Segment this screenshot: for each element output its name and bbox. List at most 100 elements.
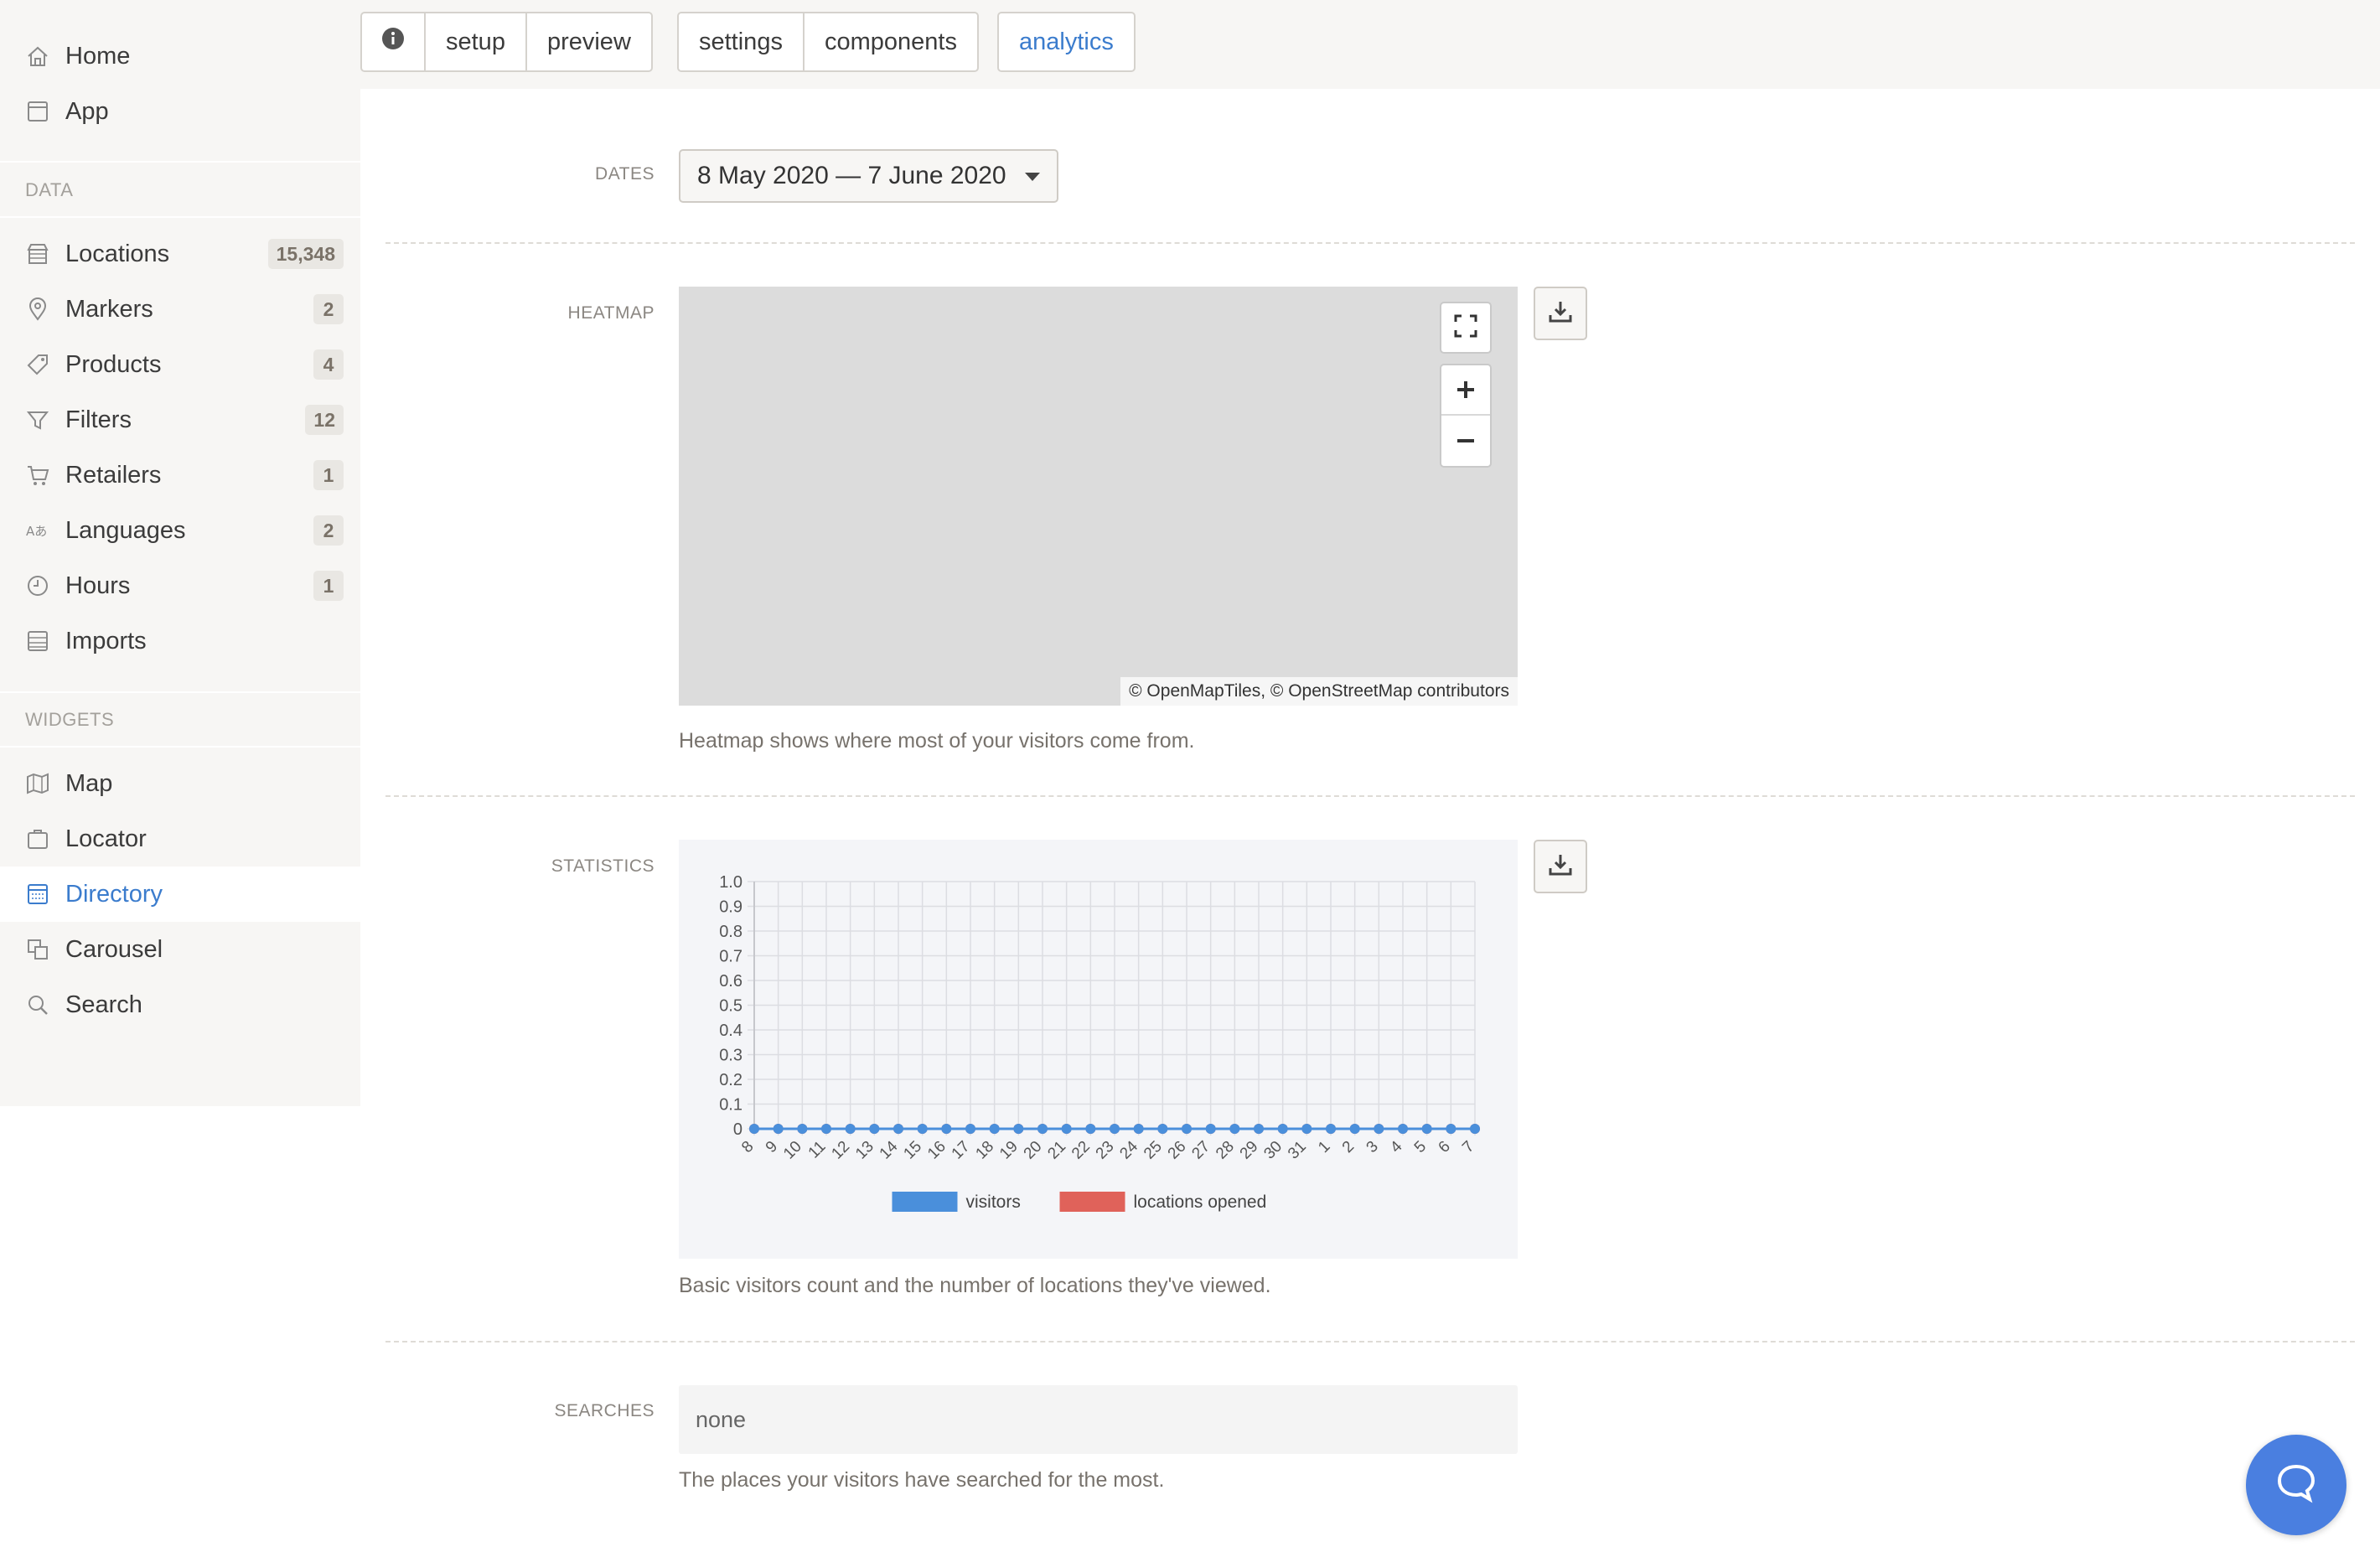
tab-group-config: settings components [677, 12, 979, 72]
data-point [1205, 1124, 1216, 1134]
x-tick-label: 13 [852, 1138, 877, 1163]
x-tick-label: 11 [805, 1138, 830, 1162]
clock-icon [23, 572, 52, 600]
data-point [1301, 1124, 1312, 1134]
x-tick-label: 8 [738, 1138, 757, 1156]
data-point [1085, 1124, 1096, 1134]
section-divider [0, 161, 360, 163]
sidebar-item-retailers[interactable]: Retailers 1 [0, 447, 360, 503]
x-tick-label: 4 [1387, 1137, 1406, 1156]
sidebar-item-label: Carousel [65, 935, 163, 963]
zoom-out-button[interactable] [1441, 416, 1490, 466]
tab-settings[interactable]: settings [679, 13, 805, 70]
minus-icon [1455, 422, 1477, 460]
data-point [1061, 1124, 1072, 1134]
y-tick-label: 0.6 [719, 972, 742, 991]
download-heatmap-button[interactable] [1534, 287, 1587, 340]
info-button[interactable] [362, 13, 426, 70]
x-tick-label: 7 [1459, 1138, 1477, 1156]
count-badge: 15,348 [267, 239, 344, 269]
data-point [869, 1124, 880, 1134]
x-tick-label: 29 [1237, 1138, 1262, 1163]
store-icon [23, 240, 52, 268]
sidebar-item-hours[interactable]: Hours 1 [0, 558, 360, 613]
top-toolbar: setup preview settings components analyt… [360, 0, 2380, 89]
tab-components[interactable]: components [805, 13, 977, 70]
chat-support-button[interactable] [2246, 1435, 2346, 1535]
x-tick-label: 28 [1213, 1138, 1238, 1163]
section-divider [0, 691, 360, 693]
section-divider [0, 746, 360, 748]
y-tick-label: 0.2 [719, 1071, 742, 1089]
legend-label: visitors [966, 1192, 1021, 1212]
y-tick-label: 1.0 [719, 873, 742, 892]
x-tick-label: 2 [1339, 1138, 1358, 1156]
sidebar: Home App DATA Locations 15,348 Markers 2… [0, 0, 360, 1106]
x-tick-label: 16 [924, 1138, 949, 1163]
sidebar-item-products[interactable]: Products 4 [0, 337, 360, 392]
download-icon [1547, 851, 1574, 882]
tab-preview[interactable]: preview [527, 13, 651, 70]
directory-icon [23, 880, 52, 908]
section-heading-data: DATA [25, 179, 74, 200]
data-point [1374, 1124, 1384, 1134]
info-icon [380, 26, 406, 58]
sidebar-item-languages[interactable]: Aあ Languages 2 [0, 503, 360, 558]
sidebar-item-carousel[interactable]: Carousel [0, 922, 360, 977]
x-tick-label: 14 [877, 1137, 902, 1162]
count-badge: 2 [313, 294, 344, 324]
heatmap-map[interactable]: © OpenMapTiles, © OpenStreetMap contribu… [679, 287, 1518, 706]
sidebar-item-directory[interactable]: Directory [0, 867, 360, 922]
section-divider [385, 795, 2355, 797]
import-icon [23, 627, 52, 655]
caret-down-icon [1024, 173, 1040, 181]
date-range-select[interactable]: 8 May 2020 — 7 June 2020 [679, 149, 1058, 203]
data-point [1326, 1124, 1336, 1134]
sidebar-item-label: Filters [65, 406, 132, 433]
fullscreen-icon [1451, 312, 1480, 344]
data-point [1110, 1124, 1120, 1134]
sidebar-item-map[interactable]: Map [0, 756, 360, 811]
sidebar-item-label: App [65, 97, 109, 125]
count-badge: 1 [313, 571, 344, 601]
map-attribution[interactable]: © OpenMapTiles, © OpenStreetMap contribu… [1120, 677, 1518, 706]
x-tick-label: 15 [900, 1138, 925, 1163]
tab-group-setup: setup preview [360, 12, 653, 72]
data-point [1421, 1124, 1432, 1134]
tab-setup[interactable]: setup [426, 13, 527, 70]
sidebar-item-label: Products [65, 350, 162, 378]
zoom-in-button[interactable] [1441, 365, 1490, 416]
data-point [1254, 1124, 1264, 1134]
fullscreen-button[interactable] [1440, 302, 1492, 354]
searches-label: SEARCHES [554, 1401, 654, 1420]
date-range-value: 8 May 2020 — 7 June 2020 [697, 162, 1006, 189]
x-tick-label: 17 [949, 1138, 974, 1163]
y-tick-label: 0.9 [719, 898, 742, 917]
statistics-chart: 1.00.90.80.70.60.50.40.30.20.108 910 11121… [719, 873, 1480, 1212]
x-tick-label: 22 [1068, 1138, 1094, 1163]
sidebar-item-filters[interactable]: Filters 12 [0, 392, 360, 447]
x-tick-label: 9 [763, 1138, 781, 1156]
data-point [989, 1124, 1000, 1134]
count-badge: 4 [313, 349, 344, 380]
sidebar-item-imports[interactable]: Imports [0, 613, 360, 669]
sidebar-item-label: Locator [65, 825, 147, 852]
sidebar-item-app[interactable]: App [0, 84, 360, 139]
x-tick-label: 27 [1188, 1138, 1213, 1163]
tab-analytics[interactable]: analytics [999, 13, 1134, 70]
data-point [965, 1124, 975, 1134]
x-tick-label: 12 [828, 1138, 853, 1163]
sidebar-item-locations[interactable]: Locations 15,348 [0, 226, 360, 282]
filter-icon [23, 406, 52, 434]
sidebar-item-search[interactable]: Search [0, 977, 360, 1032]
x-tick-label: 26 [1165, 1138, 1190, 1163]
data-point [1037, 1124, 1048, 1134]
download-statistics-button[interactable] [1534, 840, 1587, 893]
download-icon [1547, 298, 1574, 329]
sidebar-item-locator[interactable]: Locator [0, 811, 360, 867]
sidebar-item-home[interactable]: Home [0, 28, 360, 84]
x-tick-label: 30 [1260, 1138, 1286, 1163]
sidebar-item-label: Home [65, 42, 131, 70]
data-point [1182, 1124, 1192, 1134]
sidebar-item-markers[interactable]: Markers 2 [0, 282, 360, 337]
